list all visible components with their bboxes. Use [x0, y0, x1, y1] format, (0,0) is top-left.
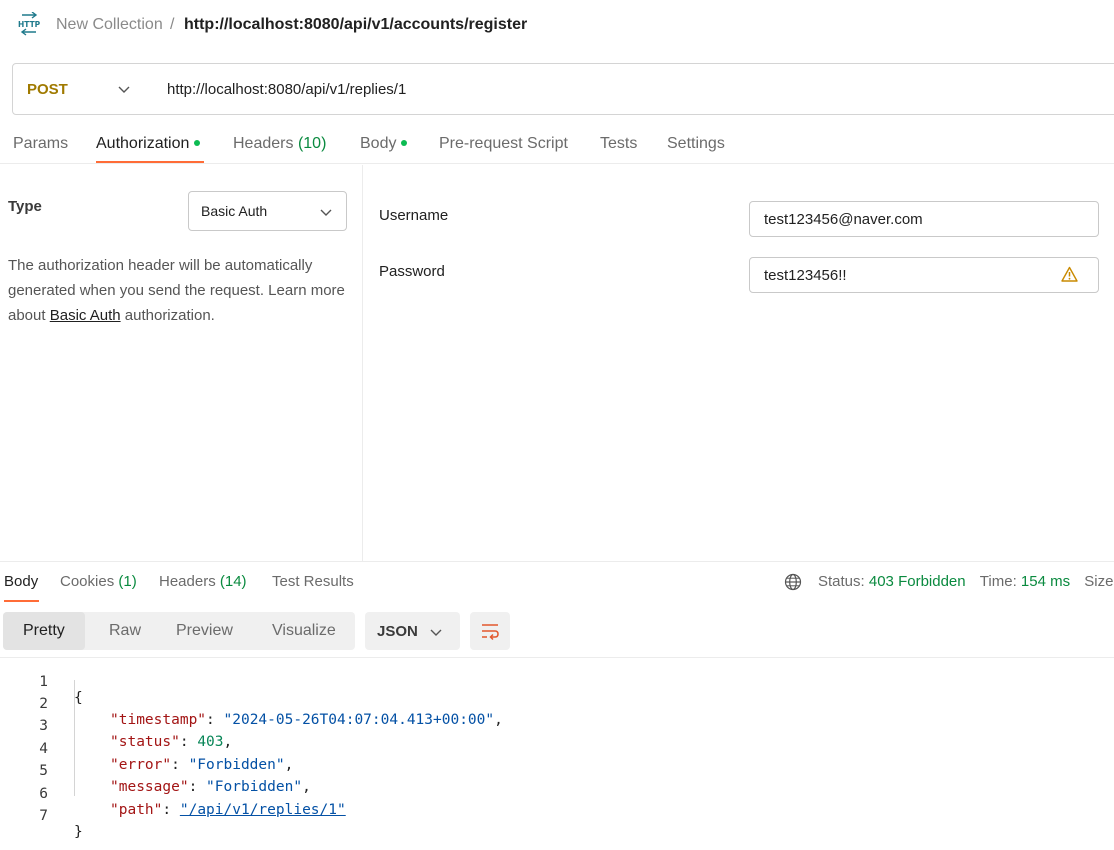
- tab-count: (14): [219, 573, 247, 590]
- url-input[interactable]: [167, 78, 1067, 100]
- username-field[interactable]: [749, 201, 1099, 237]
- tab-label: Tests: [600, 135, 638, 152]
- password-label: Password: [379, 263, 445, 280]
- password-field[interactable]: [749, 257, 1099, 293]
- tab-label: Params: [13, 135, 69, 152]
- chevron-down-icon: [320, 209, 332, 216]
- code-line: 5 "message": "Forbidden",: [0, 747, 1114, 795]
- code-line: 7 }: [0, 792, 1114, 840]
- chevron-down-icon: [430, 629, 442, 636]
- breadcrumb-collection[interactable]: New Collection: [56, 16, 163, 34]
- view-pretty-button[interactable]: Pretty: [3, 612, 85, 650]
- view-visualize-button[interactable]: Visualize: [252, 612, 356, 650]
- wrap-lines-icon: [482, 624, 499, 641]
- breadcrumb-separator: /: [170, 16, 175, 33]
- tab-label: Cookies: [60, 573, 115, 590]
- tab-label: Pre-request Script: [439, 135, 568, 152]
- tab-label: Headers: [159, 573, 216, 590]
- tab-tests[interactable]: Tests: [600, 135, 637, 153]
- auth-description-text-end: authorization.: [120, 307, 215, 324]
- basic-auth-link[interactable]: Basic Auth: [50, 307, 121, 324]
- tab-label: Headers: [233, 135, 294, 152]
- auth-type-select[interactable]: Basic Auth: [188, 191, 347, 231]
- active-tab-indicator: [4, 600, 39, 602]
- status-value[interactable]: 403 Forbidden: [869, 573, 966, 590]
- method-label: POST: [27, 81, 68, 98]
- request-name[interactable]: http://localhost:8080/api/v1/accounts/re…: [184, 16, 527, 34]
- code-line: 6 "path": "/api/v1/replies/1": [0, 770, 1114, 818]
- code-line: 4 "error": "Forbidden",: [0, 725, 1114, 773]
- tab-label: Body: [4, 573, 39, 590]
- tab-headers[interactable]: Headers (10): [233, 135, 326, 153]
- tab-settings[interactable]: Settings: [667, 135, 725, 153]
- size-label: Size:: [1084, 573, 1114, 590]
- globe-icon[interactable]: [784, 573, 802, 591]
- warning-icon[interactable]: [1061, 266, 1078, 283]
- tab-count: (10): [297, 135, 327, 152]
- request-tabs: Params Authorization Headers (10) Body P…: [0, 128, 1114, 164]
- tab-authorization[interactable]: Authorization: [96, 135, 201, 153]
- response-tab-body[interactable]: Body: [4, 573, 38, 590]
- auth-type-panel: Type Basic Auth The authorization header…: [0, 165, 363, 561]
- close-brace: }: [74, 824, 83, 840]
- tab-count: (1): [118, 573, 137, 590]
- format-select[interactable]: JSON: [365, 612, 460, 650]
- svg-text:HTTP: HTTP: [18, 20, 41, 29]
- code-line: 1 {: [0, 658, 1114, 706]
- code-line: 3 "status": 403,: [0, 702, 1114, 750]
- modified-dot: [194, 139, 201, 146]
- username-label: Username: [379, 207, 449, 224]
- tab-params[interactable]: Params: [13, 135, 68, 153]
- active-tab-indicator: [96, 161, 204, 163]
- auth-description: The authorization header will be automat…: [8, 253, 348, 328]
- tab-label: Test Results: [272, 573, 354, 590]
- tab-body[interactable]: Body: [360, 135, 408, 153]
- wrap-lines-button[interactable]: [470, 612, 510, 650]
- tab-label: Authorization: [96, 135, 190, 152]
- modified-dot: [401, 139, 408, 146]
- view-preview-button[interactable]: Preview: [156, 612, 253, 650]
- code-line: 2 "timestamp": "2024-05-26T04:07:04.413+…: [0, 680, 1114, 728]
- breadcrumb: HTTP New Collection / http://localhost:8…: [0, 0, 1114, 50]
- status-label: Status:: [818, 573, 865, 590]
- response-meta: Status: 403 Forbidden Time: 154 ms Size:: [818, 573, 1114, 590]
- method-select[interactable]: POST: [13, 64, 153, 114]
- auth-type-label: Type: [8, 198, 42, 215]
- tab-pre-request-script[interactable]: Pre-request Script: [439, 135, 568, 153]
- response-tab-cookies[interactable]: Cookies (1): [60, 573, 137, 590]
- format-label: JSON: [377, 623, 418, 640]
- response-tab-headers[interactable]: Headers (14): [159, 573, 247, 590]
- url-bar: POST: [12, 63, 1114, 115]
- view-mode-group: Pretty Raw Preview Visualize: [3, 612, 355, 650]
- line-number: 7: [39, 808, 48, 824]
- time-label: Time:: [979, 573, 1017, 590]
- auth-type-value: Basic Auth: [201, 203, 268, 219]
- chevron-down-icon: [118, 86, 130, 93]
- time-value[interactable]: 154 ms: [1021, 573, 1070, 590]
- tab-label: Settings: [667, 135, 725, 152]
- tab-label: Body: [360, 135, 397, 152]
- response-tab-test-results[interactable]: Test Results: [272, 573, 354, 590]
- view-raw-button[interactable]: Raw: [89, 612, 161, 650]
- http-icon: HTTP: [18, 12, 41, 36]
